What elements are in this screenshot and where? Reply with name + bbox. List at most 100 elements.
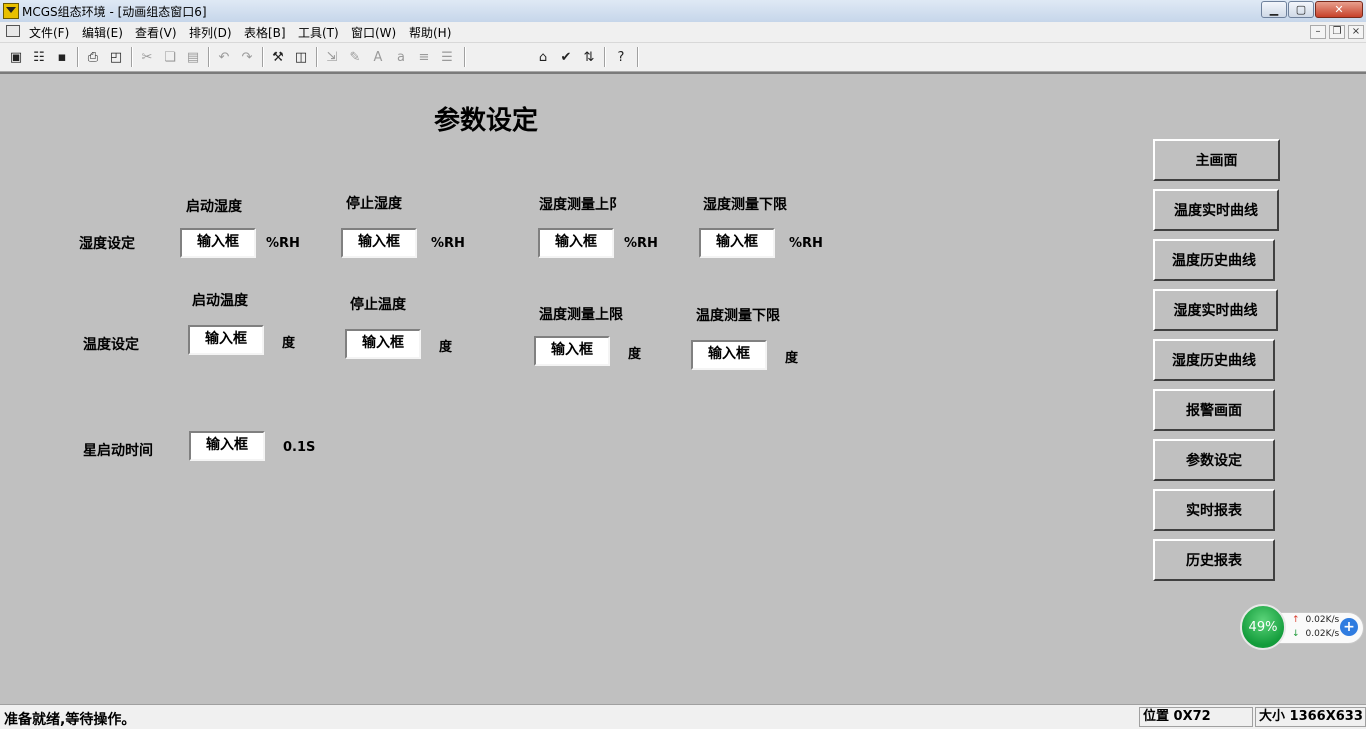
mdi-restore-button[interactable]: ❐ — [1329, 25, 1345, 39]
upload-speed: ↑ 0.02K/s — [1292, 615, 1339, 625]
print-icon[interactable]: ⎙ — [83, 47, 103, 67]
temperature-upper-limit-label: 温度测量上限 — [539, 307, 623, 323]
nav-main-screen-button[interactable]: 主画面 — [1153, 139, 1280, 181]
nav-temperature-realtime-curve-button[interactable]: 温度实时曲线 — [1153, 189, 1279, 231]
toolbar-separator — [604, 47, 606, 67]
toolbar-separator — [637, 47, 639, 67]
stop-temperature-label: 停止温度 — [350, 297, 406, 313]
close-button[interactable]: ✕ — [1315, 1, 1363, 18]
mcgs-app-icon[interactable] — [3, 3, 19, 19]
start-humidity-input[interactable]: 输入框 — [180, 228, 256, 258]
download-speed: ↓ 0.02K/s — [1292, 629, 1339, 639]
start-humidity-label: 启动湿度 — [186, 199, 242, 215]
undo-icon[interactable]: ↶ — [214, 47, 234, 67]
text-icon[interactable]: a — [391, 47, 411, 67]
star-start-time-unit: 0.1S — [283, 440, 316, 455]
humidity-upper-limit-label: 湿度测量上阝 — [539, 197, 623, 213]
indent-icon[interactable]: ☰ — [437, 47, 457, 67]
menu-tools[interactable]: 工具(T) — [298, 24, 339, 41]
paste-icon[interactable]: ▤ — [183, 47, 203, 67]
temperature-lower-limit-label: 温度测量下限 — [696, 308, 780, 324]
title-bar: MCGS组态环境 - [动画组态窗口6] ▁ ▢ ✕ — [0, 0, 1366, 23]
temperature-setting-label: 温度设定 — [83, 337, 139, 353]
align-icon[interactable]: ⇲ — [322, 47, 342, 67]
object-props-icon[interactable]: ⌂ — [533, 47, 553, 67]
start-temperature-unit: 度 — [282, 336, 296, 351]
save-icon[interactable]: ▪ — [52, 47, 72, 67]
mdi-close-button[interactable]: × — [1348, 25, 1364, 39]
temperature-upper-limit-input[interactable]: 输入框 — [534, 336, 610, 366]
menu-bar: 文件(F) 编辑(E) 查看(V) 排列(D) 表格[B] 工具(T) 窗口(W… — [0, 22, 1366, 43]
menu-arrange[interactable]: 排列(D) — [189, 24, 232, 41]
stop-humidity-label: 停止湿度 — [346, 196, 402, 212]
mdi-minimize-button[interactable]: – — [1310, 25, 1326, 39]
nav-realtime-report-button[interactable]: 实时报表 — [1153, 489, 1275, 531]
print-preview-icon[interactable]: ◰ — [106, 47, 126, 67]
nav-humidity-history-curve-button[interactable]: 湿度历史曲线 — [1153, 339, 1275, 381]
status-message: 准备就绪,等待操作。 — [4, 712, 136, 728]
upload-speed-value: 0.02K/s — [1305, 615, 1340, 625]
humidity-lower-limit-input[interactable]: 输入框 — [699, 228, 775, 258]
toolbar-separator — [262, 47, 264, 67]
stop-temperature-input[interactable]: 输入框 — [345, 329, 421, 359]
cut-icon[interactable]: ✂ — [137, 47, 157, 67]
toolbar-separator — [208, 47, 210, 67]
humidity-lower-limit-unit: %RH — [789, 236, 823, 251]
copy-icon[interactable]: ❏ — [160, 47, 180, 67]
star-start-time-input[interactable]: 输入框 — [189, 431, 265, 461]
plus-icon[interactable]: + — [1340, 618, 1358, 636]
sort-icon[interactable]: ⇅ — [579, 47, 599, 67]
menu-file[interactable]: 文件(F) — [29, 24, 69, 41]
menu-table[interactable]: 表格[B] — [244, 24, 286, 41]
network-speed-widget[interactable]: 49% ↑ 0.02K/s ↓ 0.02K/s + — [1240, 604, 1364, 650]
properties-icon[interactable]: ☷ — [29, 47, 49, 67]
start-temperature-input[interactable]: 输入框 — [188, 325, 264, 355]
nav-humidity-realtime-curve-button[interactable]: 湿度实时曲线 — [1153, 289, 1278, 331]
maximize-button[interactable]: ▢ — [1288, 1, 1314, 18]
nav-history-report-button[interactable]: 历史报表 — [1153, 539, 1275, 581]
download-arrow-icon: ↓ — [1292, 629, 1300, 639]
toolbar-separator — [77, 47, 79, 67]
nav-parameter-settings-button[interactable]: 参数设定 — [1153, 439, 1275, 481]
stop-temperature-unit: 度 — [439, 340, 453, 355]
frame-icon[interactable]: ◫ — [291, 47, 311, 67]
list-icon[interactable]: ≡ — [414, 47, 434, 67]
stop-humidity-unit: %RH — [431, 236, 465, 251]
window-icon[interactable]: ▣ — [6, 47, 26, 67]
window-title: MCGS组态环境 - [动画组态窗口6] — [22, 5, 207, 19]
page-title: 参数设定 — [434, 106, 539, 136]
download-speed-value: 0.02K/s — [1305, 629, 1340, 639]
memory-usage-gauge[interactable]: 49% — [1240, 604, 1286, 650]
menu-view[interactable]: 查看(V) — [135, 24, 177, 41]
document-icon[interactable] — [6, 25, 20, 37]
minimize-button[interactable]: ▁ — [1261, 1, 1287, 18]
nav-alarm-screen-button[interactable]: 报警画面 — [1153, 389, 1275, 431]
toolbar-separator — [131, 47, 133, 67]
humidity-lower-limit-label: 湿度测量下限 — [703, 197, 787, 213]
status-bar: 准备就绪,等待操作。 位置 0X72 大小 1366X633 — [0, 704, 1366, 729]
temperature-lower-limit-input[interactable]: 输入框 — [691, 340, 767, 370]
star-start-time-label: 星启动时间 — [83, 443, 153, 459]
stop-humidity-input[interactable]: 输入框 — [341, 228, 417, 258]
toolbar: ▣ ☷ ▪ ⎙ ◰ ✂ ❏ ▤ ↶ ↷ ⚒ ◫ ⇲ ✎ A a ≡ ☰ ⌂ ✔ … — [0, 43, 1366, 72]
menu-edit[interactable]: 编辑(E) — [82, 24, 123, 41]
redo-icon[interactable]: ↷ — [237, 47, 257, 67]
toolbar-separator — [464, 47, 466, 67]
humidity-upper-limit-unit: %RH — [624, 236, 658, 251]
cursor-position: 位置 0X72 — [1139, 707, 1253, 727]
nav-temperature-history-curve-button[interactable]: 温度历史曲线 — [1153, 239, 1275, 281]
temperature-upper-limit-unit: 度 — [628, 347, 642, 362]
menu-help[interactable]: 帮助(H) — [409, 24, 451, 41]
font-icon[interactable]: A — [368, 47, 388, 67]
check-icon[interactable]: ✔ — [556, 47, 576, 67]
tools-icon[interactable]: ⚒ — [268, 47, 288, 67]
upload-arrow-icon: ↑ — [1292, 615, 1300, 625]
humidity-upper-limit-input[interactable]: 输入框 — [538, 228, 614, 258]
edit-icon[interactable]: ✎ — [345, 47, 365, 67]
toolbar-separator — [316, 47, 318, 67]
humidity-setting-label: 湿度设定 — [79, 236, 135, 252]
help-icon[interactable]: ? — [611, 47, 631, 67]
menu-window[interactable]: 窗口(W) — [351, 24, 396, 41]
canvas-size: 大小 1366X633 — [1255, 707, 1366, 727]
temperature-lower-limit-unit: 度 — [785, 351, 799, 366]
